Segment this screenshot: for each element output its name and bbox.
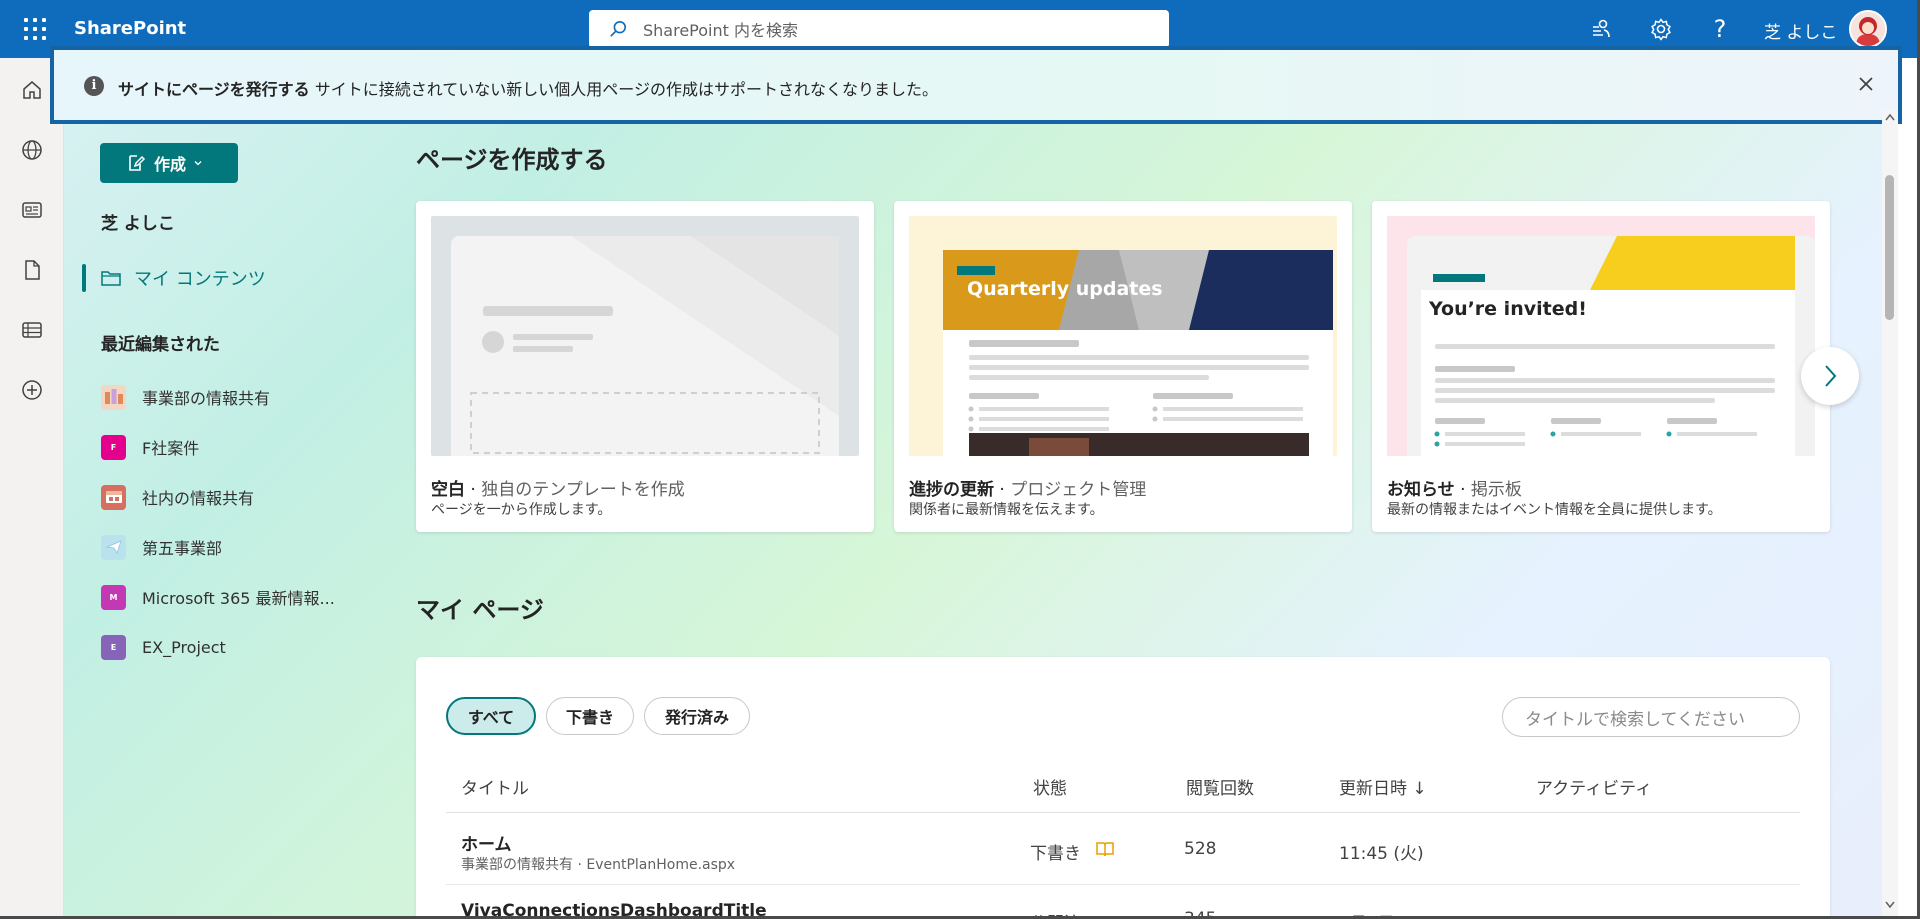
notification-message: サイトに接続されていない新しい個人用ページの作成はサポートされなくなりました。 <box>314 80 938 99</box>
site-logo <box>101 384 126 410</box>
template-card-progress-update[interactable]: Quarterly updates 進捗の更新 · プロジェクト管理 関係者に最… <box>894 201 1352 532</box>
app-title[interactable]: SharePoint <box>74 18 186 39</box>
template-description: 最新の情報またはイベント情報を全員に提供します。 <box>1387 502 1722 518</box>
tab-all[interactable]: すべて <box>446 697 536 735</box>
header-divider <box>446 812 1800 813</box>
app-launcher-icon[interactable] <box>22 16 46 40</box>
column-header-title[interactable]: タイトル <box>461 774 529 799</box>
template-thumbnail: You’re invited! <box>1387 216 1815 456</box>
site-logo <box>101 484 126 510</box>
search-placeholder: SharePoint 内を検索 <box>643 21 798 40</box>
scroll-up-arrow-icon[interactable] <box>1884 112 1896 122</box>
template-card-announcement[interactable]: You’re invited! お知らせ · 掲示板 最新の情報またはイベント情… <box>1372 201 1830 532</box>
draft-book-icon <box>1096 842 1114 857</box>
column-header-activity[interactable]: アクティビティ <box>1536 774 1652 799</box>
home-icon[interactable] <box>20 78 44 102</box>
title-filter-input[interactable]: タイトルで検索してください <box>1502 697 1800 737</box>
recent-heading: 最近編集された <box>101 335 220 355</box>
column-header-modified[interactable]: 更新日時 ↓ <box>1339 774 1427 799</box>
page-row-status: 下書き <box>1030 844 1081 864</box>
filter-placeholder: タイトルで検索してください <box>1525 709 1745 730</box>
recent-site-item[interactable]: M Microsoft 365 最新情報... <box>101 584 335 610</box>
template-title: 進捗の更新 · プロジェクト管理 <box>909 480 1147 500</box>
page-row-views: 528 <box>1184 839 1217 859</box>
notification-bar: i サイトにページを発行する サイトに接続されていない新しい個人用ページの作成は… <box>50 46 1902 124</box>
search-box[interactable]: SharePoint 内を検索 <box>589 10 1169 48</box>
template-banner-text: Quarterly updates <box>967 278 1163 300</box>
info-icon: i <box>84 76 104 96</box>
create-button-label: 作成 <box>154 155 187 174</box>
template-title: お知らせ · 掲示板 <box>1387 480 1522 500</box>
my-pages-heading: マイ ページ <box>416 596 544 624</box>
site-name: 社内の情報共有 <box>142 489 255 508</box>
close-icon[interactable] <box>1854 72 1878 96</box>
chevron-down-icon <box>194 161 202 166</box>
recent-site-item[interactable]: 第五事業部 <box>101 534 222 560</box>
chevron-right-icon <box>1825 365 1837 387</box>
scrollbar-thumb[interactable] <box>1885 175 1894 320</box>
recent-site-item[interactable]: E EX_Project <box>101 634 226 660</box>
search-icon <box>610 20 627 37</box>
user-avatar[interactable] <box>1849 10 1887 48</box>
site-name: F社案件 <box>142 439 200 458</box>
user-name[interactable]: 芝 よしこ <box>1764 18 1837 43</box>
nav-item-my-content-label: マイ コンテンツ <box>134 269 266 290</box>
edit-page-icon <box>129 155 146 171</box>
template-thumbnail: Quarterly updates <box>909 216 1337 456</box>
globe-icon[interactable] <box>20 138 44 162</box>
site-name: EX_Project <box>142 637 226 657</box>
site-logo <box>101 534 126 560</box>
template-title: 空白 · 独自のテンプレートを作成 <box>431 480 685 500</box>
tab-published[interactable]: 発行済み <box>644 697 750 735</box>
app-bar <box>0 58 64 919</box>
tab-drafts[interactable]: 下書き <box>546 697 634 735</box>
template-card-blank[interactable]: 空白 · 独自のテンプレートを作成 ページを一から作成します。 <box>416 201 874 532</box>
template-description: 関係者に最新情報を伝えます。 <box>909 502 1104 518</box>
nav-owner-name: 芝 よしこ <box>101 214 175 234</box>
site-logo: E <box>101 634 126 660</box>
news-icon[interactable] <box>20 198 44 222</box>
add-circle-icon[interactable] <box>20 378 44 402</box>
folder-icon <box>101 271 121 286</box>
nav-item-my-content[interactable]: マイ コンテンツ <box>82 264 266 292</box>
site-name: 第五事業部 <box>142 539 223 558</box>
recent-site-item[interactable]: 事業部の情報共有 <box>101 384 270 410</box>
list-icon[interactable] <box>20 318 44 342</box>
scroll-down-arrow-icon[interactable] <box>1884 900 1896 910</box>
next-templates-button[interactable] <box>1801 347 1859 405</box>
site-name: 事業部の情報共有 <box>142 389 271 408</box>
create-button[interactable]: 作成 <box>100 143 238 183</box>
site-logo: M <box>101 584 126 610</box>
document-icon[interactable] <box>20 258 44 282</box>
settings-gear-icon[interactable] <box>1648 16 1674 42</box>
page-row-title[interactable]: ホーム <box>461 830 512 855</box>
notification-title: サイトにページを発行する <box>118 80 310 99</box>
create-page-heading: ページを作成する <box>416 146 608 174</box>
my-pages-panel: すべて 下書き 発行済み タイトルで検索してください タイトル 状態 閲覧回数 … <box>416 657 1830 919</box>
column-header-status[interactable]: 状態 <box>1033 774 1067 799</box>
template-banner-text: You’re invited! <box>1429 298 1587 320</box>
recent-site-item[interactable]: 社内の情報共有 <box>101 484 254 510</box>
help-icon[interactable]: ? <box>1707 16 1733 42</box>
template-thumbnail <box>431 216 859 456</box>
page-row-modified: 11:45 (火) <box>1339 844 1424 864</box>
page-row-subtitle: 事業部の情報共有 · EventPlanHome.aspx <box>461 857 736 873</box>
site-logo: F <box>101 434 126 460</box>
recent-site-item[interactable]: F F社案件 <box>101 434 199 460</box>
row-divider <box>446 884 1800 885</box>
selected-indicator <box>82 264 86 292</box>
site-name: Microsoft 365 最新情報... <box>142 589 335 608</box>
feedback-icon[interactable] <box>1588 16 1614 42</box>
template-description: ページを一から作成します。 <box>431 502 612 518</box>
notification-text: サイトにページを発行する サイトに接続されていない新しい個人用ページの作成はサポ… <box>118 76 938 100</box>
column-header-views[interactable]: 閲覧回数 <box>1186 774 1254 799</box>
